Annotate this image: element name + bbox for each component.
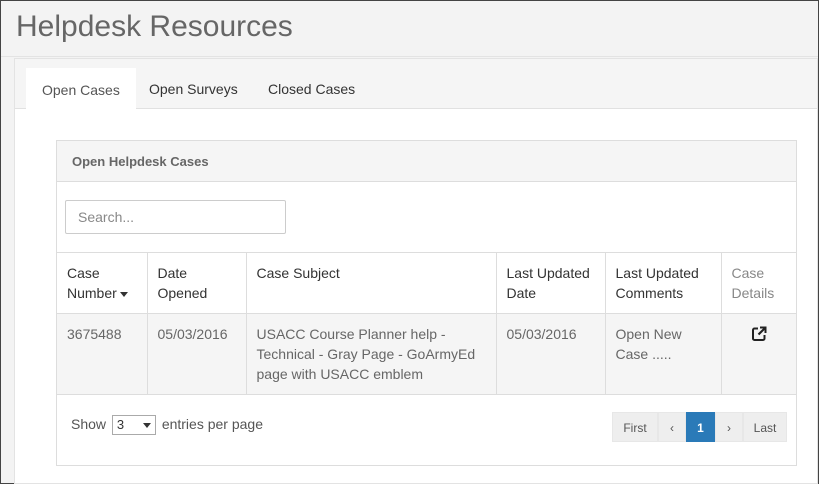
cases-table: Case Number Date Opened Case Subject Las… bbox=[57, 252, 796, 395]
column-header-date-opened[interactable]: Date Opened bbox=[146, 252, 247, 314]
pagination-next-button[interactable]: › bbox=[715, 412, 743, 442]
table-row: 3675488 05/03/2016 USACC Course Planner … bbox=[57, 313, 796, 395]
tab-bar: Open Cases Open Surveys Closed Cases bbox=[15, 59, 817, 110]
column-header-last-updated-date[interactable]: Last Updated Date bbox=[495, 252, 606, 314]
panel-heading: Open Helpdesk Cases bbox=[57, 141, 796, 182]
cell-last-updated-comments: Open New Case ..... bbox=[604, 313, 722, 395]
title-divider bbox=[1, 56, 818, 57]
entries-per-page-control: Show 3 entries per page bbox=[71, 413, 263, 436]
tab-open-surveys[interactable]: Open Surveys bbox=[133, 68, 254, 110]
pagination-last-button[interactable]: Last bbox=[743, 412, 787, 442]
column-header-case-details: Case Details bbox=[720, 252, 796, 314]
column-header-case-subject[interactable]: Case Subject bbox=[245, 252, 497, 314]
cell-case-subject: USACC Course Planner help - Technical - … bbox=[245, 313, 497, 395]
cell-case-details bbox=[720, 313, 796, 395]
pagination-first-button[interactable]: First bbox=[612, 412, 658, 442]
external-link-icon[interactable] bbox=[751, 326, 767, 342]
column-header-last-updated-comments[interactable]: Last Updated Comments bbox=[604, 252, 722, 314]
tab-closed-cases[interactable]: Closed Cases bbox=[252, 68, 371, 110]
entries-per-page-select[interactable]: 3 bbox=[111, 415, 156, 436]
entries-label: entries per page bbox=[161, 416, 263, 432]
column-header-label: Case bbox=[67, 265, 100, 281]
tab-open-cases[interactable]: Open Cases bbox=[26, 68, 136, 110]
open-cases-panel: Open Helpdesk Cases Case Number Date Ope… bbox=[56, 140, 797, 466]
column-header-label: Case bbox=[731, 265, 765, 281]
column-header-label: Number bbox=[67, 285, 117, 301]
column-header-case-number[interactable]: Case Number bbox=[57, 252, 148, 314]
chevron-down-icon bbox=[142, 423, 151, 429]
sort-descending-icon bbox=[119, 291, 128, 297]
column-header-label: Details bbox=[731, 285, 775, 301]
column-header-label: Last Updated bbox=[506, 265, 590, 281]
pagination-prev-button[interactable]: ‹ bbox=[658, 412, 686, 442]
column-header-label: Date bbox=[506, 285, 537, 301]
show-label: Show bbox=[71, 416, 107, 432]
entries-value: 3 bbox=[116, 417, 125, 433]
search-input[interactable] bbox=[65, 200, 286, 234]
column-header-label: Opened bbox=[157, 285, 208, 301]
cell-case-number: 3675488 bbox=[57, 313, 148, 395]
content-card: Open Cases Open Surveys Closed Cases Ope… bbox=[14, 58, 818, 484]
page-title: Helpdesk Resources bbox=[16, 10, 293, 43]
column-header-label: Last Updated bbox=[615, 265, 699, 281]
cell-last-updated-date: 05/03/2016 bbox=[495, 313, 606, 395]
table-header-row: Case Number Date Opened Case Subject Las… bbox=[57, 252, 796, 314]
cell-date-opened: 05/03/2016 bbox=[146, 313, 247, 395]
column-header-label: Comments bbox=[615, 285, 684, 301]
pagination-page-1[interactable]: 1 bbox=[686, 412, 715, 442]
column-header-label: Date bbox=[157, 265, 188, 281]
